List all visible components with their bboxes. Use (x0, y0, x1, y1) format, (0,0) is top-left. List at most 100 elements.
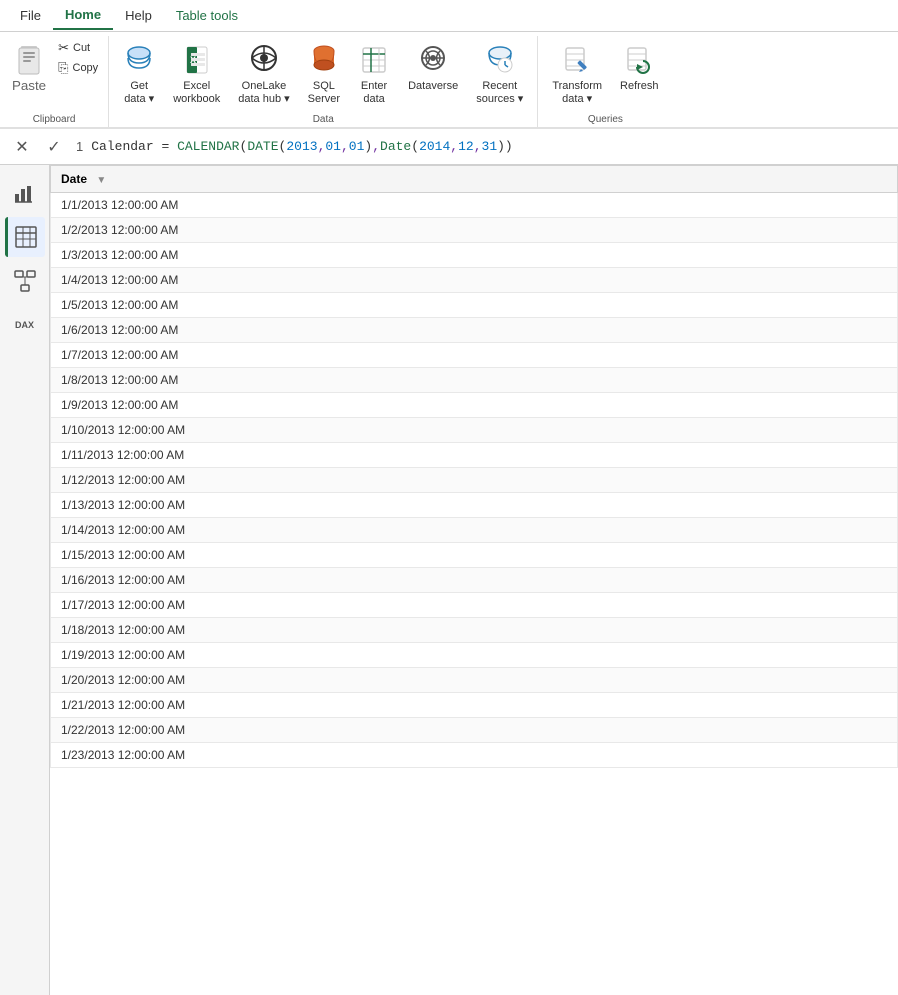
table-row[interactable]: 1/2/2013 12:00:00 AM (51, 218, 898, 243)
sidebar-table-icon[interactable] (5, 217, 45, 257)
ribbon: Paste ✂ Cut ⎘ Copy Clipboard (0, 32, 898, 129)
table-row[interactable]: 1/23/2013 12:00:00 AM (51, 743, 898, 768)
table-row[interactable]: 1/1/2013 12:00:00 AM (51, 193, 898, 218)
date-cell: 1/21/2013 12:00:00 AM (51, 693, 898, 718)
queries-group-label: Queries (544, 110, 666, 127)
table-row[interactable]: 1/3/2013 12:00:00 AM (51, 243, 898, 268)
commit-formula-button[interactable]: ✓ (40, 133, 68, 161)
table-row[interactable]: 1/20/2013 12:00:00 AM (51, 668, 898, 693)
enter-data-button[interactable]: Enterdata (350, 38, 398, 110)
onelake-hub-icon (248, 42, 280, 78)
formula-column-name: Calendar (91, 139, 153, 154)
transform-data-label: Transformdata ▾ (552, 80, 602, 106)
table-row[interactable]: 1/5/2013 12:00:00 AM (51, 293, 898, 318)
date-cell: 1/16/2013 12:00:00 AM (51, 568, 898, 593)
table-row[interactable]: 1/17/2013 12:00:00 AM (51, 593, 898, 618)
data-group-label: Data (115, 110, 531, 127)
date-cell: 1/2/2013 12:00:00 AM (51, 218, 898, 243)
date-cell: 1/13/2013 12:00:00 AM (51, 493, 898, 518)
main-area: DAX Date ▼ 1/1/2013 12:00:00 AM1/2/2013 … (0, 165, 898, 995)
date-cell: 1/4/2013 12:00:00 AM (51, 268, 898, 293)
table-row[interactable]: 1/4/2013 12:00:00 AM (51, 268, 898, 293)
formula-line-number: 1 (76, 139, 83, 154)
table-row[interactable]: 1/18/2013 12:00:00 AM (51, 618, 898, 643)
table-row[interactable]: 1/9/2013 12:00:00 AM (51, 393, 898, 418)
menu-help[interactable]: Help (113, 2, 164, 29)
menu-bar: File Home Help Table tools (0, 0, 898, 32)
date-cell: 1/22/2013 12:00:00 AM (51, 718, 898, 743)
recent-sources-label: Recentsources ▾ (476, 80, 523, 106)
paste-label: Paste (12, 78, 46, 93)
sql-server-button[interactable]: SQLServer (300, 38, 348, 110)
paste-icon (13, 42, 45, 78)
excel-workbook-icon: X (181, 42, 213, 78)
get-data-label: Getdata ▾ (124, 80, 154, 106)
formula-bar: ✕ ✓ 1 Calendar = CALENDAR(DATE(2013,01,0… (0, 129, 898, 165)
formula-buttons: ✕ ✓ (8, 133, 68, 161)
date-cell: 1/7/2013 12:00:00 AM (51, 343, 898, 368)
date-cell: 1/18/2013 12:00:00 AM (51, 618, 898, 643)
enter-data-label: Enterdata (361, 80, 387, 106)
sort-icon[interactable]: ▼ (96, 175, 106, 186)
clipboard-group: Paste ✂ Cut ⎘ Copy Clipboard (0, 36, 109, 127)
menu-file[interactable]: File (8, 2, 53, 29)
menu-table-tools[interactable]: Table tools (164, 2, 250, 29)
onelake-hub-button[interactable]: OneLakedata hub ▾ (230, 38, 297, 110)
copy-icon: ⎘ (58, 60, 68, 76)
transform-data-button[interactable]: Transformdata ▾ (544, 38, 610, 110)
data-table-area[interactable]: Date ▼ 1/1/2013 12:00:00 AM1/2/2013 12:0… (50, 165, 898, 995)
date-cell: 1/1/2013 12:00:00 AM (51, 193, 898, 218)
get-data-icon (123, 42, 155, 78)
enter-data-icon (358, 42, 390, 78)
table-row[interactable]: 1/21/2013 12:00:00 AM (51, 693, 898, 718)
date-cell: 1/11/2013 12:00:00 AM (51, 443, 898, 468)
recent-sources-button[interactable]: Recentsources ▾ (468, 38, 531, 110)
refresh-label: Refresh (620, 80, 659, 93)
date-cell: 1/15/2013 12:00:00 AM (51, 543, 898, 568)
date-cell: 1/19/2013 12:00:00 AM (51, 643, 898, 668)
transform-data-icon (561, 42, 593, 78)
queries-group: Transformdata ▾ Refresh (538, 36, 672, 127)
table-row[interactable]: 1/19/2013 12:00:00 AM (51, 643, 898, 668)
excel-workbook-label: Excelworkbook (173, 80, 220, 106)
date-cell: 1/9/2013 12:00:00 AM (51, 393, 898, 418)
date-column-header[interactable]: Date ▼ (51, 166, 898, 193)
sidebar-dax-icon[interactable]: DAX (5, 305, 45, 345)
date-cell: 1/17/2013 12:00:00 AM (51, 593, 898, 618)
date-cell: 1/10/2013 12:00:00 AM (51, 418, 898, 443)
cut-label: Cut (73, 42, 90, 54)
table-row[interactable]: 1/15/2013 12:00:00 AM (51, 543, 898, 568)
refresh-button[interactable]: Refresh (612, 38, 667, 97)
get-data-button[interactable]: Getdata ▾ (115, 38, 163, 110)
table-row[interactable]: 1/16/2013 12:00:00 AM (51, 568, 898, 593)
sidebar: DAX (0, 165, 50, 995)
table-row[interactable]: 1/11/2013 12:00:00 AM (51, 443, 898, 468)
table-row[interactable]: 1/14/2013 12:00:00 AM (51, 518, 898, 543)
table-row[interactable]: 1/12/2013 12:00:00 AM (51, 468, 898, 493)
excel-workbook-button[interactable]: X Excelworkbook (165, 38, 228, 110)
data-group: Getdata ▾ X Excelworkbook (109, 36, 538, 127)
table-row[interactable]: 1/7/2013 12:00:00 AM (51, 343, 898, 368)
paste-button[interactable]: Paste (6, 38, 52, 97)
formula-content: Calendar = CALENDAR(DATE(2013,01,01),Dat… (91, 139, 513, 154)
date-cell: 1/12/2013 12:00:00 AM (51, 468, 898, 493)
sql-server-label: SQLServer (308, 80, 340, 106)
copy-button[interactable]: ⎘ Copy (54, 58, 102, 78)
sql-server-icon (308, 42, 340, 78)
table-row[interactable]: 1/6/2013 12:00:00 AM (51, 318, 898, 343)
table-row[interactable]: 1/13/2013 12:00:00 AM (51, 493, 898, 518)
table-row[interactable]: 1/8/2013 12:00:00 AM (51, 368, 898, 393)
date-cell: 1/14/2013 12:00:00 AM (51, 518, 898, 543)
menu-home[interactable]: Home (53, 1, 113, 30)
date-cell: 1/8/2013 12:00:00 AM (51, 368, 898, 393)
onelake-hub-label: OneLakedata hub ▾ (238, 80, 289, 106)
copy-label: Copy (73, 62, 99, 74)
cancel-formula-button[interactable]: ✕ (8, 133, 36, 161)
date-cell: 1/20/2013 12:00:00 AM (51, 668, 898, 693)
cut-button[interactable]: ✂ Cut (54, 38, 94, 58)
sidebar-model-icon[interactable] (5, 261, 45, 301)
sidebar-chart-icon[interactable] (5, 173, 45, 213)
dataverse-button[interactable]: Dataverse (400, 38, 466, 97)
table-row[interactable]: 1/22/2013 12:00:00 AM (51, 718, 898, 743)
table-row[interactable]: 1/10/2013 12:00:00 AM (51, 418, 898, 443)
